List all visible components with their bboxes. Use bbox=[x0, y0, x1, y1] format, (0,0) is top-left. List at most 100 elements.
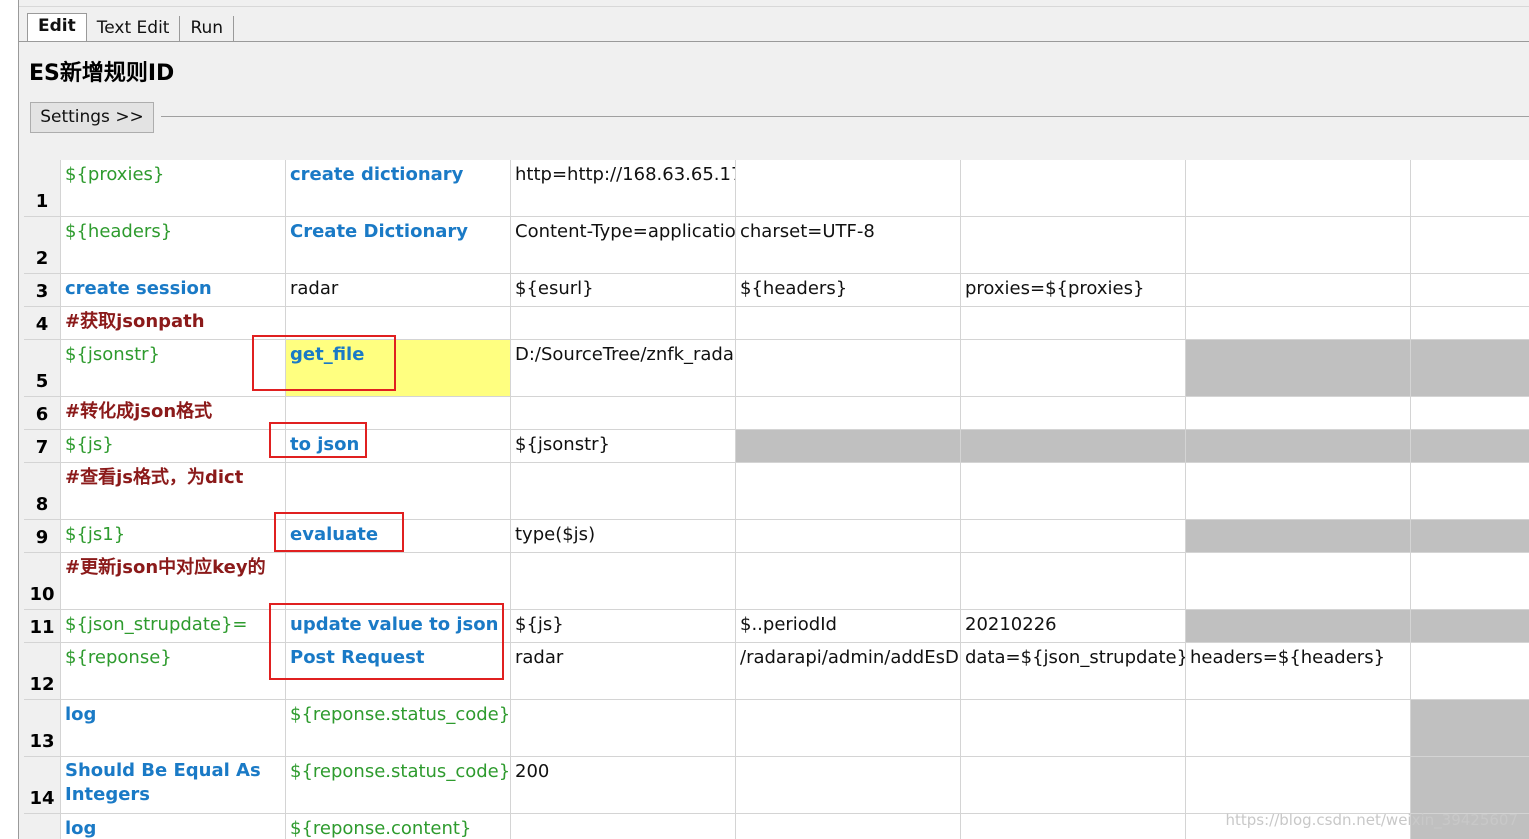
row-header[interactable]: 2 bbox=[24, 217, 60, 273]
table-cell[interactable] bbox=[1186, 307, 1410, 339]
table-cell[interactable]: radar bbox=[286, 274, 510, 306]
table-cell[interactable]: ${json_strupdate}= bbox=[61, 610, 285, 642]
table-cell[interactable]: Post Request bbox=[286, 643, 510, 699]
table-cell[interactable]: ${reponse.status_code} bbox=[286, 757, 510, 813]
table-cell[interactable] bbox=[511, 397, 735, 429]
table-cell[interactable]: Content-Type=application bbox=[511, 217, 735, 273]
table-cell[interactable] bbox=[736, 430, 960, 462]
table-cell[interactable]: headers=${headers} bbox=[1186, 643, 1410, 699]
table-cell[interactable]: log bbox=[61, 700, 285, 756]
table-cell[interactable] bbox=[961, 430, 1185, 462]
table-cell[interactable] bbox=[736, 520, 960, 552]
table-cell[interactable] bbox=[736, 160, 960, 216]
table-cell[interactable]: proxies=${proxies} bbox=[961, 274, 1185, 306]
table-cell[interactable]: log bbox=[61, 814, 285, 839]
table-cell[interactable] bbox=[961, 757, 1185, 813]
table-cell[interactable] bbox=[1186, 160, 1410, 216]
table-cell[interactable]: radar bbox=[511, 643, 735, 699]
table-cell[interactable]: Should Be Equal As Integers bbox=[61, 757, 285, 813]
table-cell[interactable] bbox=[511, 700, 735, 756]
table-cell[interactable] bbox=[1411, 397, 1529, 429]
table-cell[interactable] bbox=[736, 814, 960, 839]
table-cell[interactable] bbox=[511, 814, 735, 839]
table-cell[interactable] bbox=[961, 340, 1185, 396]
row-header[interactable]: 10 bbox=[24, 553, 60, 609]
table-cell[interactable] bbox=[511, 463, 735, 519]
table-cell[interactable] bbox=[1411, 430, 1529, 462]
table-cell[interactable] bbox=[961, 397, 1185, 429]
table-cell[interactable] bbox=[736, 340, 960, 396]
table-cell[interactable] bbox=[1186, 463, 1410, 519]
table-cell[interactable]: #查看js格式，为dict bbox=[61, 463, 285, 519]
row-header[interactable]: 13 bbox=[24, 700, 60, 756]
table-cell[interactable]: charset=UTF-8 bbox=[736, 217, 960, 273]
table-cell[interactable] bbox=[1186, 700, 1410, 756]
table-cell[interactable] bbox=[736, 463, 960, 519]
table-cell[interactable]: ${jsonstr} bbox=[61, 340, 285, 396]
row-header[interactable]: 3 bbox=[24, 274, 60, 306]
table-cell[interactable] bbox=[1411, 520, 1529, 552]
table-cell[interactable] bbox=[1186, 553, 1410, 609]
table-cell[interactable] bbox=[1186, 397, 1410, 429]
row-header[interactable]: 5 bbox=[24, 340, 60, 396]
table-cell[interactable]: #更新json中对应key的 bbox=[61, 553, 285, 609]
table-cell[interactable]: type($js) bbox=[511, 520, 735, 552]
tab-edit[interactable]: Edit bbox=[27, 13, 87, 42]
table-cell[interactable] bbox=[961, 553, 1185, 609]
table-cell[interactable]: ${reponse} bbox=[61, 643, 285, 699]
table-cell[interactable] bbox=[1411, 643, 1529, 699]
row-header[interactable]: 6 bbox=[24, 397, 60, 429]
table-cell[interactable]: ${reponse.content} bbox=[286, 814, 510, 839]
table-cell[interactable] bbox=[1411, 307, 1529, 339]
table-cell[interactable]: #获取jsonpath bbox=[61, 307, 285, 339]
table-cell[interactable] bbox=[1411, 757, 1529, 813]
table-cell[interactable]: ${js1} bbox=[61, 520, 285, 552]
table-cell[interactable]: ${headers} bbox=[736, 274, 960, 306]
table-cell[interactable] bbox=[511, 553, 735, 609]
table-cell[interactable] bbox=[1411, 700, 1529, 756]
table-cell[interactable] bbox=[1186, 757, 1410, 813]
table-cell[interactable] bbox=[736, 397, 960, 429]
table-cell[interactable]: update value to json bbox=[286, 610, 510, 642]
table-cell[interactable] bbox=[961, 307, 1185, 339]
table-cell[interactable] bbox=[286, 307, 510, 339]
table-cell[interactable] bbox=[1411, 274, 1529, 306]
table-cell[interactable]: #转化成json格式 bbox=[61, 397, 285, 429]
row-header[interactable]: 4 bbox=[24, 307, 60, 339]
row-header[interactable]: 12 bbox=[24, 643, 60, 699]
table-cell[interactable]: to json bbox=[286, 430, 510, 462]
table-cell[interactable] bbox=[736, 757, 960, 813]
row-header[interactable]: 9 bbox=[24, 520, 60, 552]
table-cell[interactable] bbox=[1186, 610, 1410, 642]
table-cell[interactable] bbox=[286, 397, 510, 429]
settings-button[interactable]: Settings >> bbox=[30, 102, 154, 133]
row-header[interactable]: 1 bbox=[24, 160, 60, 216]
table-cell[interactable] bbox=[286, 553, 510, 609]
table-cell[interactable]: ${js} bbox=[61, 430, 285, 462]
table-cell[interactable] bbox=[1186, 340, 1410, 396]
table-cell[interactable]: data=${json_strupdate} bbox=[961, 643, 1185, 699]
row-header[interactable]: 14 bbox=[24, 757, 60, 813]
table-cell[interactable]: get_file bbox=[286, 340, 510, 396]
table-cell[interactable] bbox=[736, 553, 960, 609]
table-cell[interactable]: ${reponse.status_code} bbox=[286, 700, 510, 756]
table-cell[interactable]: Create Dictionary bbox=[286, 217, 510, 273]
table-cell[interactable] bbox=[961, 217, 1185, 273]
table-cell[interactable]: http=http://168.63.65.17 bbox=[511, 160, 735, 216]
table-cell[interactable] bbox=[961, 700, 1185, 756]
row-header[interactable]: 11 bbox=[24, 610, 60, 642]
table-cell[interactable] bbox=[736, 700, 960, 756]
row-header[interactable]: 7 bbox=[24, 430, 60, 462]
row-header[interactable]: 8 bbox=[24, 463, 60, 519]
table-cell[interactable] bbox=[961, 463, 1185, 519]
table-cell[interactable]: ${esurl} bbox=[511, 274, 735, 306]
table-cell[interactable] bbox=[1411, 463, 1529, 519]
table-cell[interactable] bbox=[1411, 160, 1529, 216]
table-cell[interactable] bbox=[1186, 217, 1410, 273]
table-cell[interactable]: evaluate bbox=[286, 520, 510, 552]
table-cell[interactable]: create dictionary bbox=[286, 160, 510, 216]
tab-text-edit[interactable]: Text Edit bbox=[87, 16, 181, 42]
table-cell[interactable] bbox=[511, 307, 735, 339]
table-cell[interactable]: 20210226 bbox=[961, 610, 1185, 642]
table-cell[interactable] bbox=[1411, 610, 1529, 642]
